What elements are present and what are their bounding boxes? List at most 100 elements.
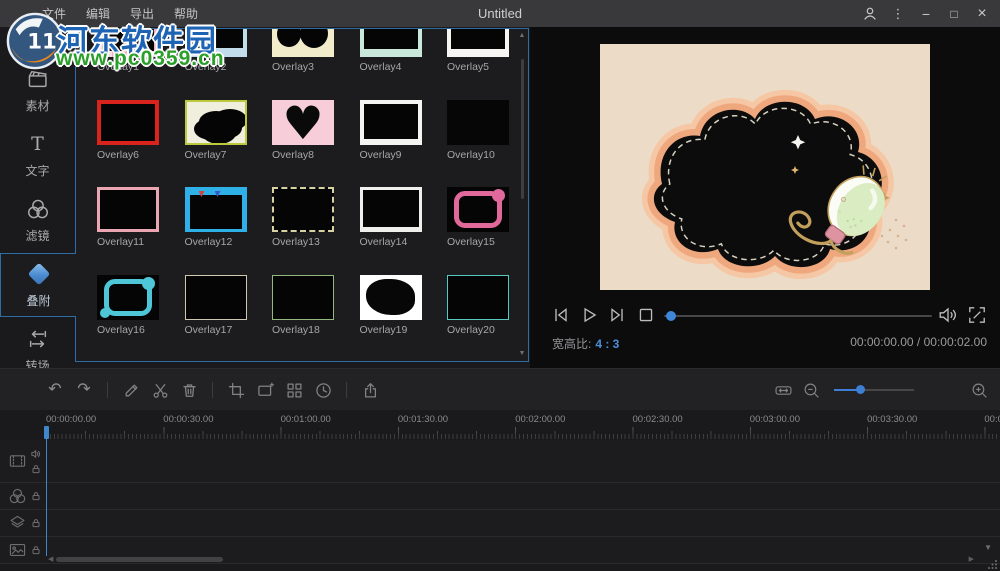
scroll-up-icon[interactable]: ▲ — [518, 32, 526, 40]
lock-icon[interactable] — [31, 545, 41, 555]
minimize-button[interactable]: − — [914, 3, 938, 25]
overlay-label: Overlay9 — [360, 149, 422, 161]
sidebar-item-3[interactable]: 滤镜 — [0, 188, 75, 252]
edit-toolbar: ↶↷ — [0, 368, 1000, 412]
ruler-label: 00:02:00.00 — [515, 414, 565, 425]
overlay-thumbnail-10[interactable] — [447, 100, 509, 145]
redo-button[interactable]: ↷ — [75, 381, 93, 399]
scroll-down-icon[interactable]: ▼ — [518, 350, 526, 358]
lock-icon[interactable] — [31, 464, 41, 474]
h-scroll-thumb[interactable] — [56, 557, 223, 562]
kebab-menu-icon[interactable]: ⋮ — [886, 3, 910, 25]
next-frame-button[interactable] — [607, 305, 629, 327]
overlay-label: Overlay18 — [272, 324, 334, 336]
overlay-thumbnail-14[interactable] — [360, 187, 422, 232]
overlay-track[interactable] — [0, 510, 1000, 537]
delete-button[interactable] — [180, 381, 198, 399]
playhead-handle[interactable] — [44, 426, 49, 439]
overlay-thumbnail-19[interactable] — [360, 275, 422, 320]
track-header — [0, 483, 46, 509]
sidebar-item-label: 文字 — [25, 162, 49, 179]
overlay-library-panel: Overlay1Overlay2Overlay3Overlay4Overlay5… — [75, 28, 529, 362]
filter-track[interactable] — [0, 483, 1000, 510]
zoom-out-icon[interactable] — [802, 381, 820, 399]
menu-item-3[interactable]: 导出 — [124, 3, 160, 24]
overlay-thumbnail-20[interactable] — [447, 275, 509, 320]
duration-button[interactable] — [314, 381, 332, 399]
overlay-thumbnail-4[interactable] — [360, 28, 422, 57]
volume-icon[interactable] — [938, 305, 960, 327]
toolbar-left-group: ↶↷ — [46, 369, 379, 411]
speaker-icon[interactable] — [31, 449, 41, 459]
overlay-thumbnail-2[interactable] — [185, 28, 247, 57]
seek-handle[interactable] — [666, 311, 676, 321]
seek-bar[interactable] — [664, 315, 932, 317]
overlay-item: Overlay2 — [185, 28, 247, 100]
overlay-thumbnail-12[interactable] — [185, 187, 247, 232]
sidebar-item-2[interactable]: T 文字 — [0, 123, 75, 187]
panel-scroll-thumb[interactable] — [521, 59, 524, 199]
overlay-label: Overlay2 — [185, 61, 247, 73]
zoom-in-icon[interactable] — [970, 381, 988, 399]
aspect-ratio[interactable]: 宽高比:4 : 3 — [552, 335, 619, 352]
split-button[interactable] — [151, 381, 169, 399]
fit-timeline-icon[interactable] — [774, 381, 792, 399]
overlay-thumbnail-16[interactable] — [97, 275, 159, 320]
overlay-item: Overlay10 — [447, 100, 509, 188]
overlay-thumbnail-1[interactable] — [97, 28, 159, 57]
resize-grip-icon — [987, 559, 998, 570]
overlay-label: Overlay13 — [272, 236, 334, 248]
panel-scrollbar[interactable]: ▲ ▼ — [518, 29, 526, 361]
video-track[interactable] — [0, 440, 1000, 483]
overlay-thumbnail-7[interactable] — [185, 100, 247, 145]
lock-icon[interactable] — [31, 518, 41, 528]
ruler-label: 00:00:30.00 — [163, 414, 213, 425]
timeline-zoom-slider[interactable] — [834, 384, 914, 396]
overlay-label: Overlay11 — [97, 236, 159, 248]
track-header — [0, 510, 46, 536]
sidebar-item-4[interactable]: 叠附 — [0, 253, 76, 317]
crop-button[interactable] — [227, 381, 245, 399]
zoom-slider-handle[interactable] — [856, 385, 865, 394]
overlay-thumbnail-6[interactable] — [97, 100, 159, 145]
timeline-h-scrollbar[interactable]: ◀ ▶ — [0, 555, 1000, 565]
overlay-thumbnail-5[interactable] — [447, 28, 509, 57]
overlay-item: Overlay19 — [360, 275, 422, 363]
menu-item-4[interactable]: 帮助 — [168, 3, 204, 24]
play-button[interactable] — [579, 305, 601, 327]
lock-icon[interactable] — [31, 491, 41, 501]
overlay-label: Overlay16 — [97, 324, 159, 336]
overlay-thumbnail-11[interactable] — [97, 187, 159, 232]
menu-item-2[interactable]: 编辑 — [80, 3, 116, 24]
prev-frame-button[interactable] — [551, 305, 573, 327]
fullscreen-icon[interactable] — [967, 305, 989, 327]
maximize-button[interactable]: □ — [942, 3, 966, 25]
export-button[interactable] — [361, 381, 379, 399]
overlay-item: Overlay9 — [360, 100, 422, 188]
overlay-thumbnail-8[interactable]: ♥ — [272, 100, 334, 145]
scroll-right-icon[interactable]: ▶ — [969, 556, 974, 564]
edit-button[interactable] — [122, 381, 140, 399]
overlay-item: Overlay17 — [185, 275, 247, 363]
scroll-left-icon[interactable]: ◀ — [48, 556, 53, 564]
overlay-thumbnail-17[interactable] — [185, 275, 247, 320]
overlay-thumbnail-13[interactable] — [272, 187, 334, 232]
overlay-label: Overlay17 — [185, 324, 247, 336]
overlay-label: Overlay20 — [447, 324, 509, 336]
user-icon[interactable] — [858, 3, 882, 25]
collapse-tracks-icon[interactable]: ▼ — [984, 543, 992, 552]
sidebar-item-label: 滤镜 — [25, 227, 49, 244]
close-button[interactable]: × — [970, 3, 994, 25]
sidebar-item-1[interactable]: 素材 — [0, 58, 75, 122]
overlay-thumbnail-3[interactable] — [272, 28, 334, 57]
menu-bar: 文件编辑导出帮助 — [36, 0, 204, 27]
overlay-thumbnail-15[interactable] — [447, 187, 509, 232]
timeline-ruler[interactable]: 00:00:00.0000:00:30.0000:01:00.0000:01:3… — [0, 410, 1000, 441]
overlay-thumbnail-9[interactable] — [360, 100, 422, 145]
overlay-thumbnail-18[interactable] — [272, 275, 334, 320]
undo-button[interactable]: ↶ — [46, 381, 64, 399]
stop-button[interactable] — [636, 305, 658, 327]
zoom-crop-button[interactable] — [256, 381, 274, 399]
mosaic-button[interactable] — [285, 381, 303, 399]
menu-item-1[interactable]: 文件 — [36, 3, 72, 24]
